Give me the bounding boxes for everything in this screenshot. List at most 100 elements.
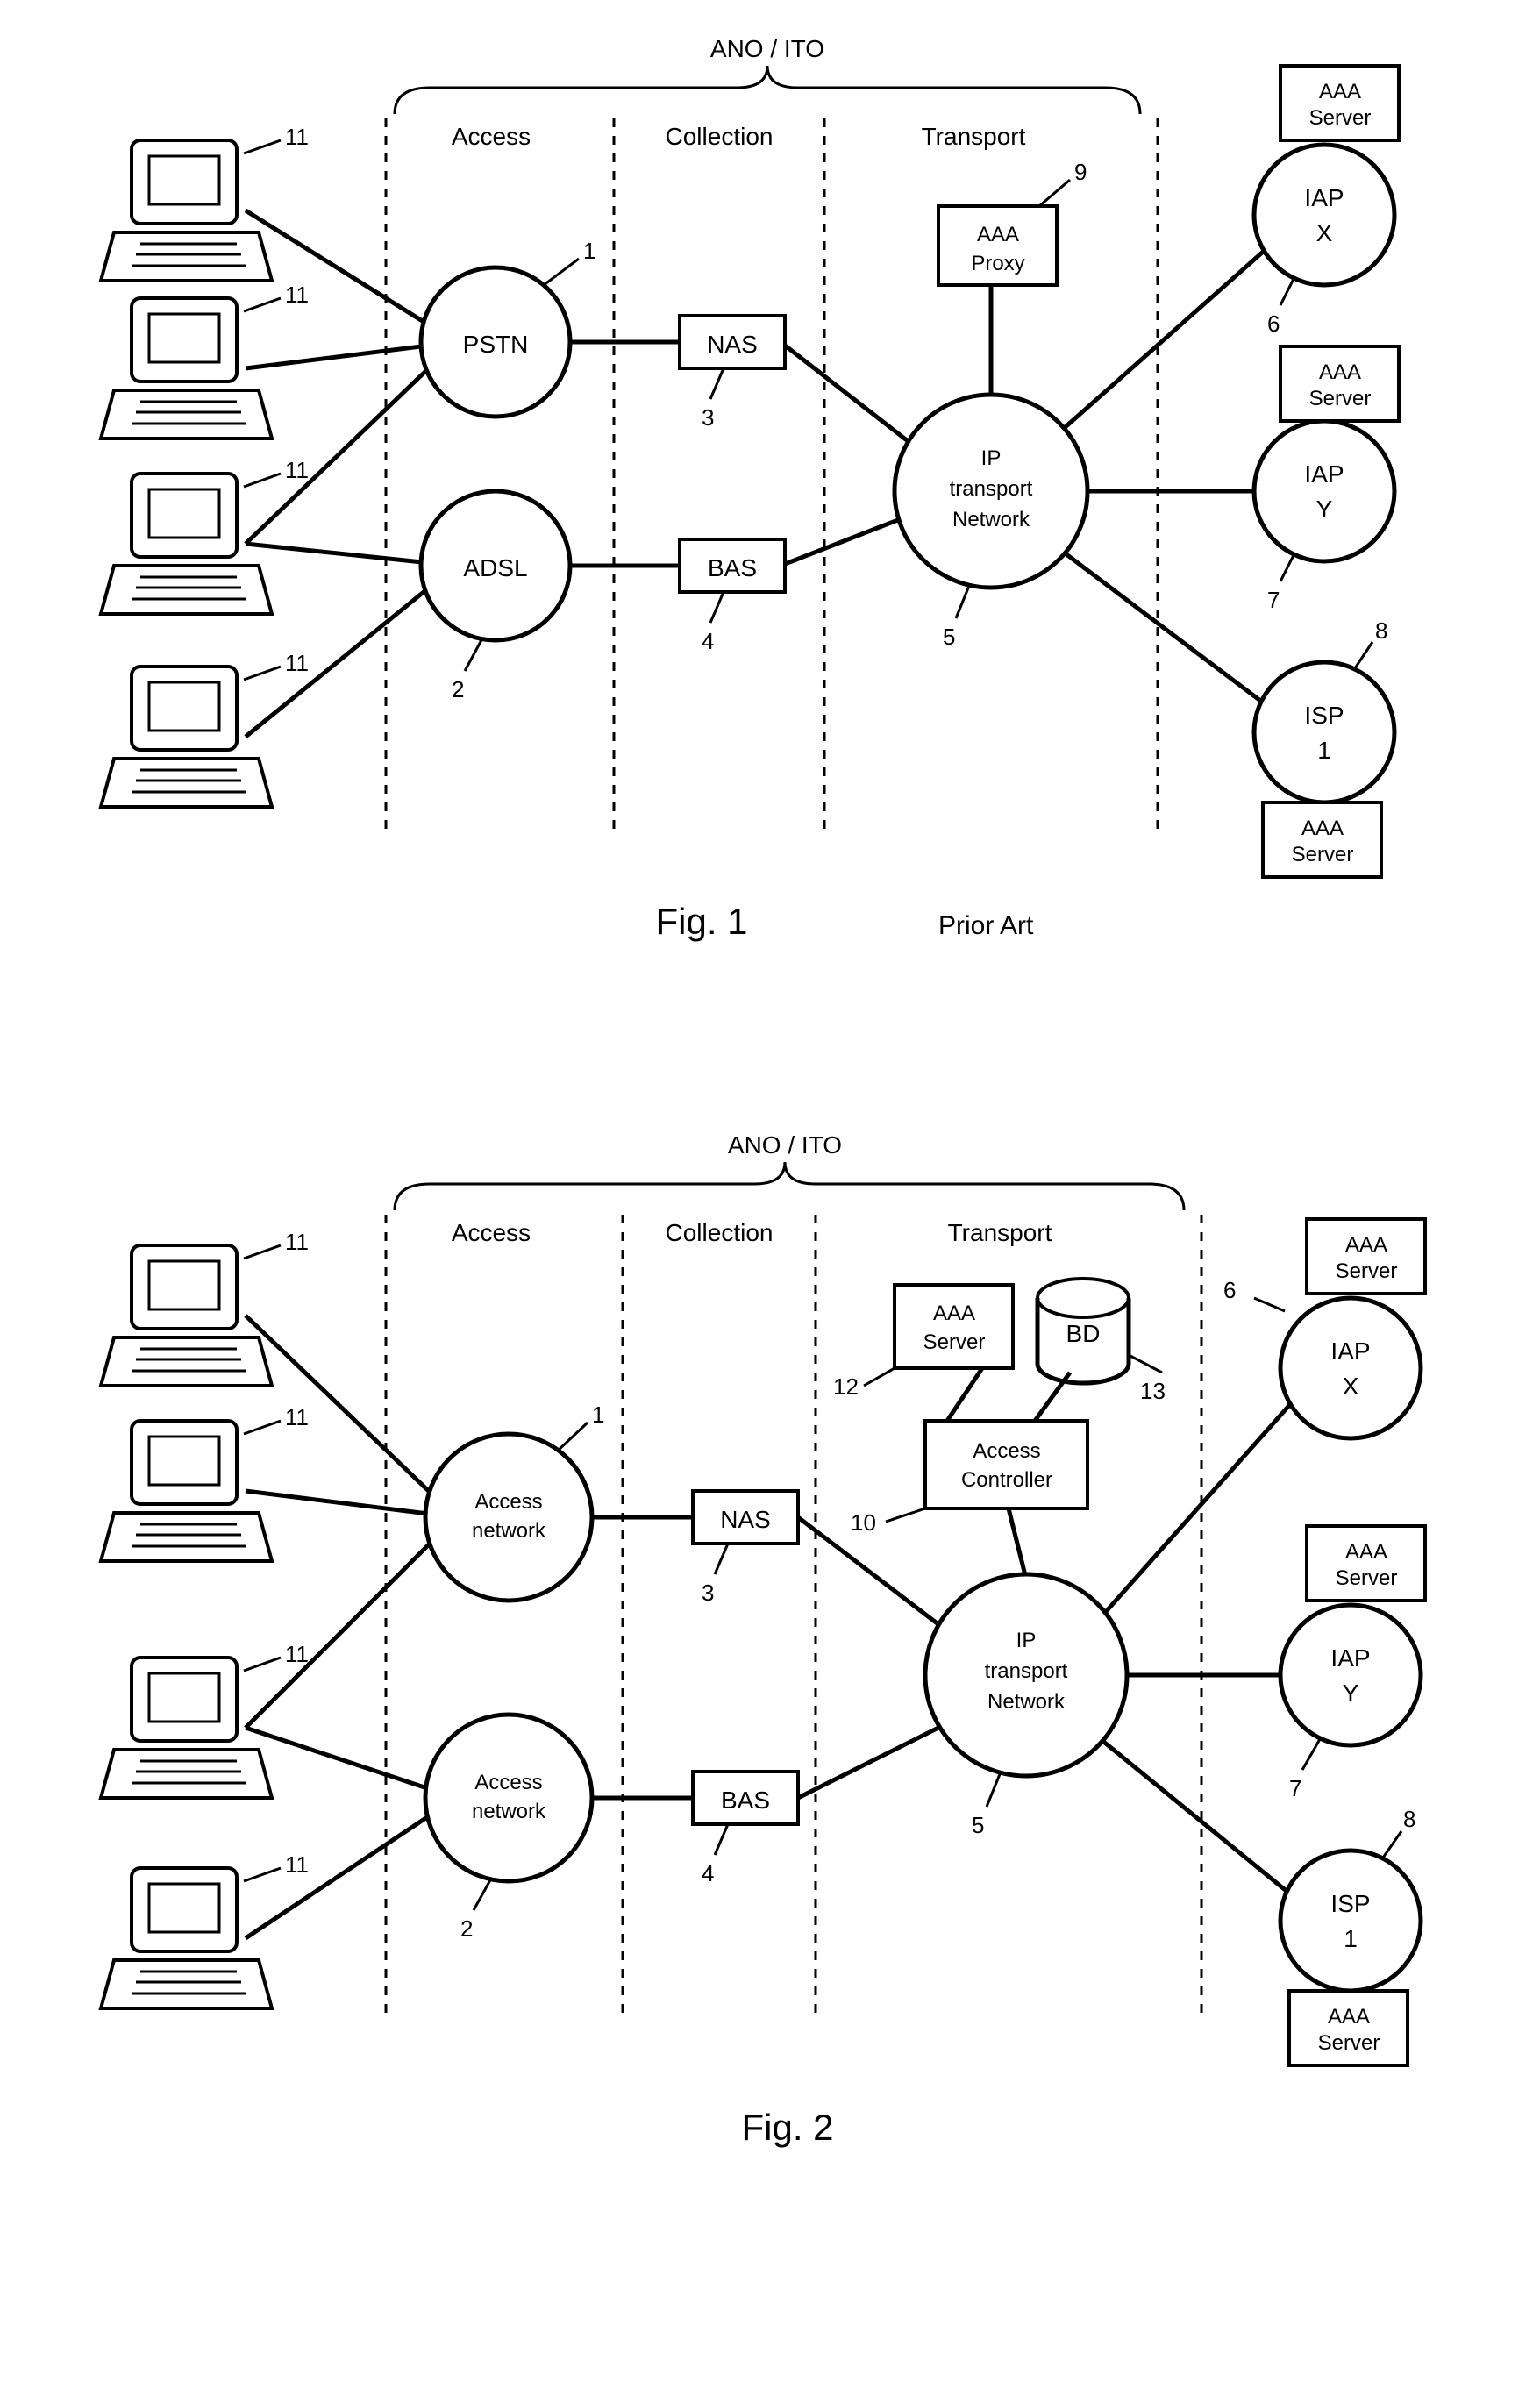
svg-text:ISP: ISP (1330, 1890, 1370, 1917)
ref-11: 11 (285, 124, 309, 150)
svg-text:Controller: Controller (961, 1468, 1052, 1492)
iap-x-node (1254, 145, 1394, 285)
svg-text:X: X (1316, 219, 1333, 246)
brace-icon (395, 1162, 1184, 1210)
svg-text:1: 1 (592, 1401, 604, 1428)
svg-text:1: 1 (1317, 737, 1331, 764)
isp-node (1280, 1851, 1421, 1991)
svg-text:13: 13 (1140, 1378, 1166, 1404)
svg-text:4: 4 (702, 1860, 714, 1886)
svg-text:12: 12 (833, 1373, 859, 1400)
isp-node (1254, 662, 1394, 802)
svg-text:X: X (1343, 1373, 1359, 1400)
col-access-label: Access (452, 1219, 531, 1246)
svg-text:network: network (472, 1800, 546, 1823)
iap-y-node (1254, 421, 1394, 561)
svg-text:network: network (472, 1519, 546, 1543)
svg-text:Network: Network (952, 508, 1030, 531)
svg-text:Server: Server (1292, 843, 1354, 867)
svg-text:AAA: AAA (1328, 2005, 1370, 2029)
svg-text:8: 8 (1403, 1806, 1415, 1832)
figure-1: ANO / ITO Access Collection Transport 11… (101, 35, 1399, 942)
svg-text:IAP: IAP (1330, 1337, 1370, 1365)
figure-2: ANO / ITO Access Collection Transport 11… (101, 1131, 1425, 2148)
svg-text:NAS: NAS (720, 1506, 771, 1533)
svg-text:11: 11 (285, 1229, 309, 1255)
svg-text:2: 2 (460, 1915, 473, 1942)
svg-text:Y: Y (1316, 496, 1333, 523)
svg-text:AAA: AAA (1319, 360, 1361, 384)
svg-text:Access: Access (474, 1490, 542, 1514)
svg-text:7: 7 (1289, 1775, 1301, 1801)
adsl-label: ADSL (463, 554, 527, 581)
diagram-canvas: ANO / ITO Access Collection Transport 11… (18, 18, 1540, 2364)
svg-text:Server: Server (1309, 387, 1372, 410)
ref-6: 6 (1267, 310, 1280, 337)
fig2-title: Fig. 2 (741, 2107, 833, 2148)
svg-text:11: 11 (285, 1641, 309, 1667)
ref-11: 11 (285, 457, 309, 483)
svg-text:10: 10 (851, 1509, 876, 1536)
access-controller-node (925, 1421, 1087, 1508)
svg-text:AAA: AAA (977, 223, 1019, 246)
svg-text:Server: Server (1318, 2031, 1380, 2055)
svg-text:IAP: IAP (1304, 184, 1344, 211)
ref-4: 4 (702, 628, 714, 654)
svg-text:BAS: BAS (721, 1786, 770, 1814)
svg-text:IAP: IAP (1330, 1644, 1370, 1672)
svg-text:IAP: IAP (1304, 460, 1344, 488)
ano-ito-label: ANO / ITO (728, 1131, 842, 1159)
iap-x-node (1280, 1298, 1421, 1438)
svg-text:Access: Access (973, 1439, 1040, 1463)
ref-2: 2 (452, 676, 464, 702)
ref-3: 3 (702, 404, 714, 431)
nas-label: NAS (707, 331, 758, 358)
svg-text:11: 11 (285, 1851, 309, 1878)
pstn-label: PSTN (463, 331, 529, 358)
aaa-server-node (895, 1285, 1013, 1368)
ref-7: 7 (1267, 587, 1280, 613)
svg-text:Server: Server (923, 1330, 986, 1354)
ref-5: 5 (943, 624, 955, 650)
iap-y-node (1280, 1605, 1421, 1745)
col-transport-label: Transport (948, 1219, 1052, 1246)
ano-ito-label: ANO / ITO (710, 35, 824, 62)
svg-text:transport: transport (950, 477, 1033, 501)
brace-icon (395, 66, 1140, 114)
access-network-node (425, 1434, 592, 1601)
access-network-node (425, 1715, 592, 1881)
svg-text:AAA: AAA (1319, 80, 1361, 103)
fig1-subtitle: Prior Art (938, 911, 1034, 940)
svg-text:11: 11 (285, 1404, 309, 1430)
svg-text:AAA: AAA (1345, 1540, 1387, 1564)
col-collection-label: Collection (666, 1219, 774, 1246)
col-access-label: Access (452, 123, 531, 150)
svg-text:5: 5 (972, 1812, 984, 1838)
svg-text:Server: Server (1336, 1259, 1398, 1283)
svg-text:ISP: ISP (1304, 702, 1344, 729)
svg-text:AAA: AAA (1345, 1233, 1387, 1257)
svg-text:Server: Server (1336, 1566, 1398, 1590)
svg-text:AAA: AAA (1301, 817, 1344, 840)
svg-text:IP: IP (1016, 1629, 1037, 1652)
svg-text:3: 3 (702, 1580, 714, 1606)
svg-text:Network: Network (987, 1690, 1066, 1714)
svg-text:Server: Server (1309, 106, 1372, 130)
svg-text:Y: Y (1343, 1680, 1359, 1707)
svg-text:Access: Access (474, 1771, 542, 1794)
svg-text:IP: IP (981, 446, 1002, 470)
ref-1: 1 (583, 238, 595, 264)
bas-label: BAS (708, 554, 757, 581)
svg-text:6: 6 (1223, 1277, 1236, 1303)
svg-text:AAA: AAA (933, 1302, 975, 1325)
ref-8: 8 (1375, 617, 1387, 644)
svg-text:transport: transport (985, 1659, 1068, 1683)
svg-text:Proxy: Proxy (971, 252, 1024, 275)
ref-9: 9 (1074, 159, 1087, 185)
ref-11: 11 (285, 282, 309, 308)
svg-text:BD: BD (1066, 1320, 1101, 1347)
ref-11: 11 (285, 650, 309, 676)
svg-text:1: 1 (1344, 1925, 1358, 1952)
fig1-title: Fig. 1 (655, 901, 747, 942)
col-collection-label: Collection (666, 123, 774, 150)
